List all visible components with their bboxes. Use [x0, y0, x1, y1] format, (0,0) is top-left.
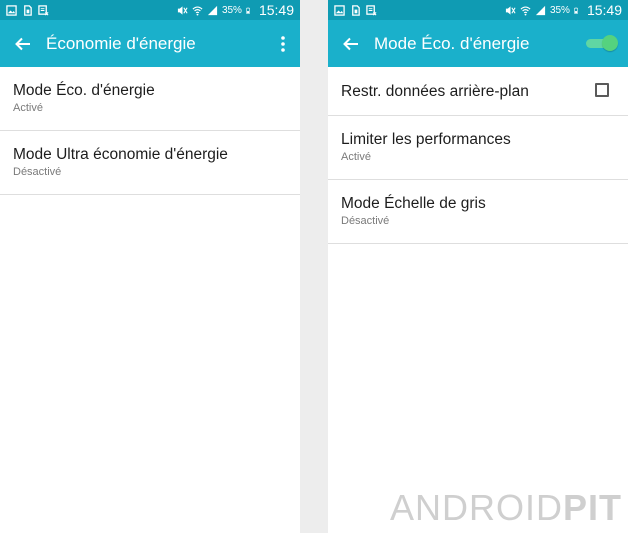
setting-status: Activé	[341, 151, 371, 163]
back-arrow-icon[interactable]	[14, 35, 32, 53]
setting-title: Mode Éco. d'énergie	[13, 82, 155, 99]
setting-title: Limiter les performances	[341, 131, 511, 148]
setting-title: Mode Échelle de gris	[341, 195, 486, 212]
battery-percentage: 35%	[549, 4, 570, 16]
back-arrow-icon[interactable]	[342, 35, 360, 53]
more-options-icon[interactable]	[276, 34, 290, 54]
sim-icon	[352, 4, 360, 16]
battery-percentage: 35%	[221, 4, 242, 16]
setting-ultra-power-saving-mode[interactable]: Mode Ultra économie d'énergie Désactivé	[0, 131, 300, 195]
wifi-icon	[192, 5, 203, 16]
restrict-background-data-checkbox[interactable]	[595, 83, 609, 97]
settings-list: Mode Éco. d'énergie Activé Mode Ultra éc…	[0, 67, 300, 195]
setting-status: Désactivé	[341, 215, 390, 227]
signal-icon	[207, 5, 218, 15]
clock: 15:49	[586, 2, 622, 18]
setting-limit-performance[interactable]: Limiter les performances Activé	[328, 116, 628, 180]
toggle-thumb	[602, 35, 618, 51]
setting-status: Désactivé	[13, 166, 62, 178]
setting-grayscale-mode[interactable]: Mode Échelle de gris Désactivé	[328, 180, 628, 244]
battery-icon	[574, 7, 578, 14]
status-bar: 35% 15:49	[0, 0, 300, 20]
battery-icon	[246, 7, 250, 14]
signal-icon	[535, 5, 546, 15]
setting-title: Mode Ultra économie d'énergie	[13, 146, 228, 163]
mute-icon	[177, 5, 188, 15]
mute-icon	[505, 5, 516, 15]
screen-power-saving: 35% 15:49 Économie d'énergie Mode Éco. d…	[0, 0, 300, 533]
setting-power-saving-mode[interactable]: Mode Éco. d'énergie Activé	[0, 67, 300, 131]
setting-restrict-background-data[interactable]: Restr. données arrière-plan	[328, 67, 628, 116]
data-saver-icon	[366, 4, 377, 15]
wifi-icon	[520, 5, 531, 16]
status-bar: 35% 15:49	[328, 0, 628, 20]
power-saving-toggle[interactable]	[586, 35, 618, 51]
screen-power-saving-mode: 35% 15:49 Mode Éco. d'énergie Restr. don…	[328, 0, 628, 533]
image-icon	[334, 4, 345, 16]
app-bar: Économie d'énergie	[0, 20, 300, 67]
setting-title: Restr. données arrière-plan	[341, 83, 529, 100]
watermark-bold: PIT	[562, 487, 622, 528]
image-icon	[6, 4, 17, 16]
watermark-light: ANDROID	[389, 487, 563, 528]
sim-icon	[24, 4, 32, 16]
setting-status: Activé	[13, 102, 43, 114]
androidpit-watermark: ANDROIDPIT	[390, 487, 622, 529]
page-title: Économie d'énergie	[46, 33, 196, 53]
app-bar: Mode Éco. d'énergie	[328, 20, 628, 67]
page-title: Mode Éco. d'énergie	[374, 33, 530, 53]
clock: 15:49	[258, 2, 294, 18]
settings-list: Restr. données arrière-plan Limiter les …	[328, 67, 628, 244]
data-saver-icon	[38, 4, 49, 15]
